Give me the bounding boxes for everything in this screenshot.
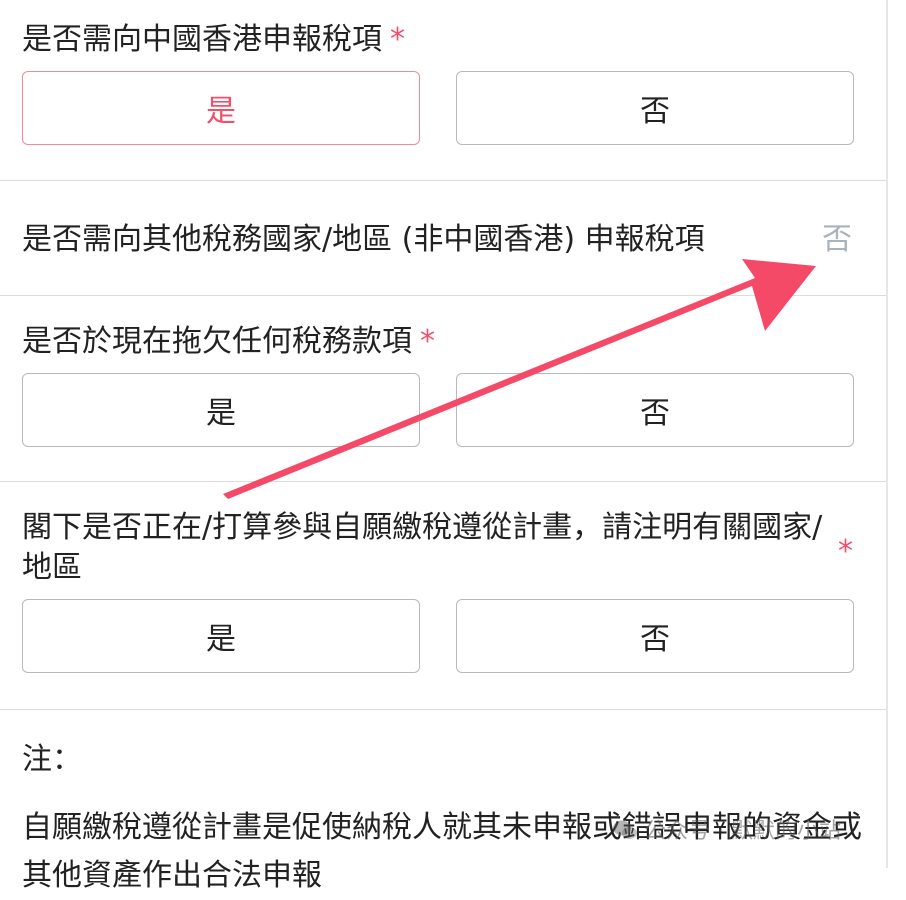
wechat-icon	[613, 820, 637, 839]
other-tax-value[interactable]: 否	[822, 220, 852, 260]
voluntary-no-button[interactable]: 否	[456, 599, 854, 673]
hk-tax-yes-label: 是	[206, 94, 236, 129]
section-divider	[0, 481, 888, 482]
hk-tax-yes-button[interactable]: 是	[22, 71, 420, 145]
section-divider	[0, 295, 888, 296]
tax-declaration-form: 是否需向中國香港申報稅項 * 是 否 是否需向其他稅務國家/地區 (非中國香港) …	[0, 0, 888, 893]
arrears-question: 是否於現在拖欠任何稅務款項 *	[22, 322, 435, 362]
required-asterisk: *	[390, 22, 405, 57]
section-divider	[0, 709, 888, 710]
other-tax-question: 是否需向其他稅務國家/地區 (非中國香港) 申報稅項	[22, 220, 705, 260]
hk-tax-label: 是否需向中國香港申報稅項	[22, 22, 382, 57]
arrears-yes-label: 是	[206, 396, 236, 431]
hk-tax-question: 是否需向中國香港申報稅項 *	[22, 20, 405, 60]
other-tax-label: 是否需向其他稅務國家/地區 (非中國香港) 申報稅項	[22, 222, 705, 257]
voluntary-yes-button[interactable]: 是	[22, 599, 420, 673]
voluntary-yes-label: 是	[206, 622, 236, 657]
arrears-no-button[interactable]: 否	[456, 373, 854, 447]
arrears-yes-button[interactable]: 是	[22, 373, 420, 447]
hk-tax-no-label: 否	[640, 94, 670, 129]
voluntary-no-label: 否	[640, 622, 670, 657]
required-asterisk: *	[838, 534, 853, 569]
watermark: 公众号 · 默默的小站	[612, 816, 841, 848]
watermark-text: 公众号 · 默默的小站	[644, 819, 841, 844]
note-title: 注：	[22, 742, 82, 777]
arrears-label: 是否於現在拖欠任何稅務款項	[22, 324, 412, 359]
hk-tax-no-button[interactable]: 否	[456, 71, 854, 145]
arrears-no-label: 否	[640, 396, 670, 431]
section-divider	[0, 180, 888, 181]
scroll-rail	[886, 0, 888, 868]
voluntary-question: 閣下是否正在/打算參與自願繳稅遵從計畫，請注明有關國家/地區	[22, 510, 823, 585]
required-asterisk: *	[420, 324, 435, 359]
